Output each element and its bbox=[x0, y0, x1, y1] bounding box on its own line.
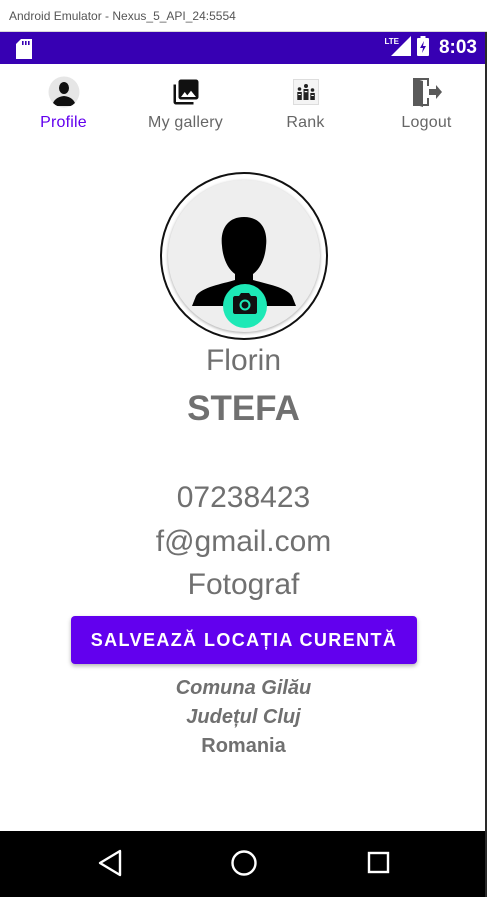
tab-my-gallery[interactable]: My gallery bbox=[125, 64, 246, 142]
profile-avatar-icon bbox=[48, 76, 80, 113]
back-button[interactable] bbox=[97, 849, 123, 882]
tab-profile[interactable]: Profile bbox=[3, 64, 124, 142]
occupation: Fotograf bbox=[187, 568, 300, 601]
email-address: f@gmail.com bbox=[155, 525, 332, 558]
recents-button[interactable] bbox=[366, 849, 392, 882]
status-bar: LTE 8:03 bbox=[0, 32, 487, 64]
location-country: Romania bbox=[201, 735, 286, 757]
location-county: Județul Cluj bbox=[186, 706, 301, 728]
phone-number: 07238423 bbox=[176, 481, 311, 514]
rank-icon bbox=[292, 78, 319, 110]
tab-logout-label: Logout bbox=[401, 114, 452, 131]
last-name: STEFA bbox=[187, 389, 300, 428]
back-triangle-icon bbox=[98, 849, 122, 877]
home-button[interactable] bbox=[230, 849, 258, 882]
save-current-location-button[interactable]: SALVEAZĂ LOCAȚIA CURENTĂ bbox=[71, 616, 417, 664]
recents-square-icon bbox=[367, 851, 390, 874]
first-name: Florin bbox=[205, 344, 281, 377]
clock: 8:03 bbox=[438, 37, 477, 58]
tab-my-gallery-label: My gallery bbox=[148, 114, 223, 131]
logout-icon bbox=[411, 76, 443, 113]
camera-icon bbox=[232, 292, 258, 321]
network-type-label: LTE bbox=[384, 36, 399, 46]
profile-avatar bbox=[160, 172, 328, 340]
location-commune: Comuna Gilău bbox=[175, 677, 312, 699]
tab-rank-label: Rank bbox=[286, 114, 325, 131]
top-navigation: Profile My gallery Rank Logout bbox=[0, 64, 487, 142]
tab-profile-label: Profile bbox=[40, 114, 87, 131]
home-circle-icon bbox=[231, 850, 257, 876]
change-photo-button[interactable] bbox=[223, 284, 267, 328]
system-navigation-bar bbox=[0, 831, 487, 897]
emulator-window-title: Android Emulator - Nexus_5_API_24:5554 bbox=[0, 0, 487, 32]
battery-icon bbox=[416, 35, 429, 61]
tab-rank[interactable]: Rank bbox=[245, 64, 366, 142]
gallery-icon bbox=[171, 77, 201, 112]
sd-card-icon bbox=[16, 39, 32, 64]
tab-logout[interactable]: Logout bbox=[366, 64, 487, 142]
